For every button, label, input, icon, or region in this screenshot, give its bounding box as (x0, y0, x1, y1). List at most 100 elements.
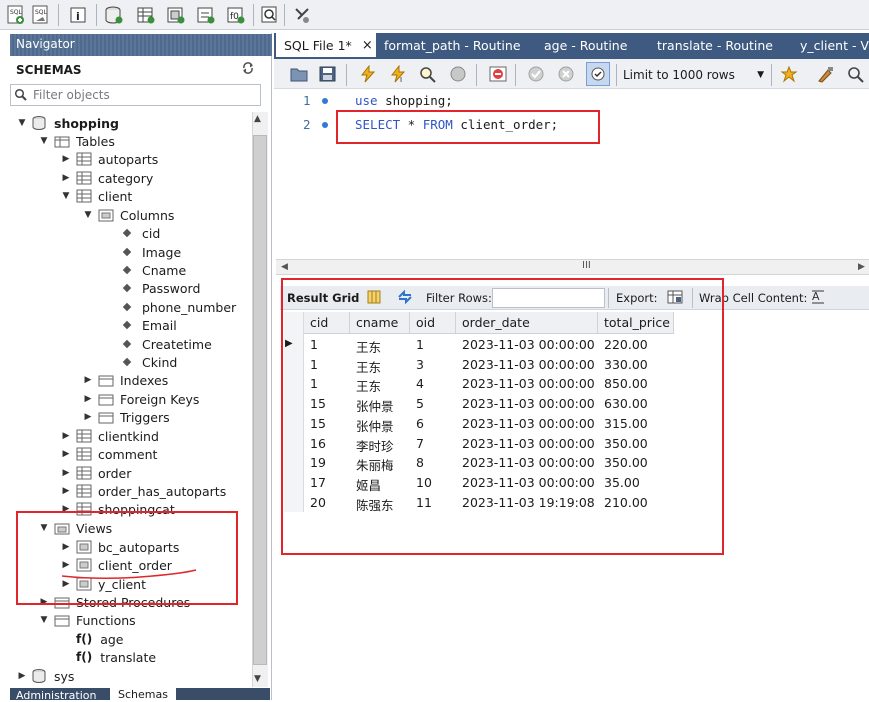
open-folder-icon[interactable] (287, 62, 311, 86)
scroll-right-icon[interactable]: ▶ (858, 262, 865, 272)
find-icon[interactable] (844, 62, 868, 86)
tree-column[interactable]: Cname (122, 261, 186, 279)
open-sql-script-icon[interactable]: SQL (29, 3, 53, 27)
scroll-up-icon[interactable]: ▲ (254, 114, 261, 124)
tree-label: Functions (76, 612, 136, 628)
tree-table-order[interactable]: ▶ order (60, 464, 132, 482)
tree-triggers-folder[interactable]: ▶ Triggers (82, 408, 170, 426)
expanded-arrow-icon[interactable]: ▼ (60, 190, 72, 202)
tree-column[interactable]: Password (122, 279, 200, 297)
collapsed-arrow-icon[interactable]: ▶ (60, 172, 72, 184)
tree-label: order_has_autoparts (98, 483, 227, 499)
folder-icon (98, 410, 114, 424)
toolbar-separator (515, 64, 516, 86)
collapsed-arrow-icon[interactable]: ▶ (60, 153, 72, 165)
collapsed-arrow-icon[interactable]: ▶ (60, 448, 72, 460)
tree-column[interactable]: phone_number (122, 298, 236, 316)
database-icon (32, 669, 48, 683)
tree-schema-shopping[interactable]: ▼ shopping (16, 114, 119, 132)
tree-column[interactable]: Ckind (122, 353, 177, 371)
create-procedure-icon[interactable] (194, 3, 218, 27)
toolbar-separator (96, 4, 97, 26)
expanded-arrow-icon[interactable]: ▼ (38, 135, 50, 147)
reconnect-icon[interactable] (290, 3, 314, 27)
navigator-scroll-thumb[interactable] (253, 135, 267, 665)
tab-sql-file-1[interactable]: SQL File 1* × (276, 33, 376, 57)
table-icon (76, 466, 92, 480)
collapsed-arrow-icon[interactable]: ▶ (60, 467, 72, 479)
scroll-grip[interactable]: III (582, 260, 591, 271)
scroll-down-icon[interactable]: ▼ (254, 674, 261, 684)
filter-objects-input[interactable] (33, 86, 258, 104)
create-schema-icon[interactable] (102, 3, 126, 27)
tree-table-autoparts[interactable]: ▶ autoparts (60, 150, 159, 168)
tree-column[interactable]: Email (122, 316, 177, 334)
table-icon (76, 429, 92, 443)
create-table-icon[interactable] (134, 3, 158, 27)
tab-format-path-routine[interactable]: format_path - Routine (384, 33, 521, 57)
toolbar-separator (253, 4, 254, 26)
tree-tables-folder[interactable]: ▼ Tables (38, 132, 115, 150)
limit-rows-label: Limit to 1000 rows (623, 68, 735, 82)
tab-translate-routine[interactable]: translate - Routine (657, 33, 773, 57)
tab-schemas[interactable]: Schemas (110, 688, 176, 701)
rollback-icon[interactable] (554, 62, 578, 86)
tab-administration[interactable]: Administration (16, 689, 97, 702)
scroll-left-icon[interactable]: ◀ (281, 262, 288, 272)
refresh-icon[interactable] (241, 61, 255, 75)
tree-label: client (98, 188, 133, 204)
save-icon[interactable] (316, 62, 340, 86)
new-sql-tab-icon[interactable]: SQL (4, 3, 28, 27)
collapsed-arrow-icon[interactable]: ▶ (60, 485, 72, 497)
inspector-icon[interactable]: i (66, 3, 90, 27)
autocommit-toggle-icon[interactable] (586, 62, 610, 86)
collapsed-arrow-icon[interactable]: ▶ (82, 393, 94, 405)
explain-icon[interactable] (416, 62, 440, 86)
tree-table-clientkind[interactable]: ▶ clientkind (60, 427, 159, 445)
collapsed-arrow-icon[interactable]: ▶ (82, 411, 94, 423)
tree-column[interactable]: Image (122, 243, 181, 261)
collapsed-arrow-icon[interactable]: ▶ (16, 670, 28, 682)
commit-icon[interactable] (524, 62, 548, 86)
tree-label: Columns (120, 207, 175, 223)
folder-table-icon (54, 134, 70, 148)
tab-age-routine[interactable]: age - Routine (544, 33, 627, 57)
search-table-icon[interactable] (258, 3, 282, 27)
tree-label: Cname (142, 262, 187, 278)
create-view-icon[interactable] (164, 3, 188, 27)
collapsed-arrow-icon[interactable]: ▶ (82, 374, 94, 386)
tree-indexes-folder[interactable]: ▶ Indexes (82, 371, 169, 389)
expanded-arrow-icon[interactable]: ▼ (16, 117, 28, 129)
add-snippet-icon[interactable] (778, 62, 802, 86)
tree-schema-sys[interactable]: ▶ sys (16, 667, 75, 685)
annotation-views-box (16, 511, 238, 605)
tree-column[interactable]: cid (122, 224, 160, 242)
expanded-arrow-icon[interactable]: ▼ (38, 614, 50, 626)
table-icon (76, 152, 92, 166)
tree-function-age[interactable]: f() age (76, 630, 124, 648)
tree-function-translate[interactable]: f() translate (76, 648, 156, 666)
tab-y-client-view[interactable]: y_client - Vi (800, 33, 869, 57)
tree-label: order (98, 465, 132, 481)
tree-table-client[interactable]: ▼ client (60, 187, 133, 205)
tree-functions-folder[interactable]: ▼ Functions (38, 611, 136, 629)
execute-current-icon[interactable]: I (386, 62, 410, 86)
stop-icon[interactable] (446, 62, 470, 86)
tree-columns-folder[interactable]: ▼ Columns (82, 206, 175, 224)
close-icon[interactable]: × (362, 38, 373, 53)
sql-line-1[interactable]: use shopping; (355, 93, 453, 108)
expanded-arrow-icon[interactable]: ▼ (82, 209, 94, 221)
collapsed-arrow-icon[interactable]: ▶ (60, 430, 72, 442)
tree-table-order-has-autoparts[interactable]: ▶ order_has_autoparts (60, 482, 227, 500)
toggle-continue-on-error-icon[interactable] (486, 62, 510, 86)
limit-rows-select[interactable]: Limit to 1000 rows ▼ (623, 65, 768, 85)
execute-icon[interactable] (356, 62, 380, 86)
tree-table-comment[interactable]: ▶ comment (60, 445, 158, 463)
tree-column[interactable]: Createtime (122, 335, 212, 353)
tree-table-category[interactable]: ▶ category (60, 169, 154, 187)
beautify-icon[interactable] (814, 62, 838, 86)
wrap-cell-icon[interactable]: A (811, 289, 825, 308)
editor-horizontal-scrollbar[interactable] (276, 259, 869, 275)
tree-foreign-keys-folder[interactable]: ▶ Foreign Keys (82, 390, 200, 408)
create-function-icon[interactable]: f0 (224, 3, 248, 27)
